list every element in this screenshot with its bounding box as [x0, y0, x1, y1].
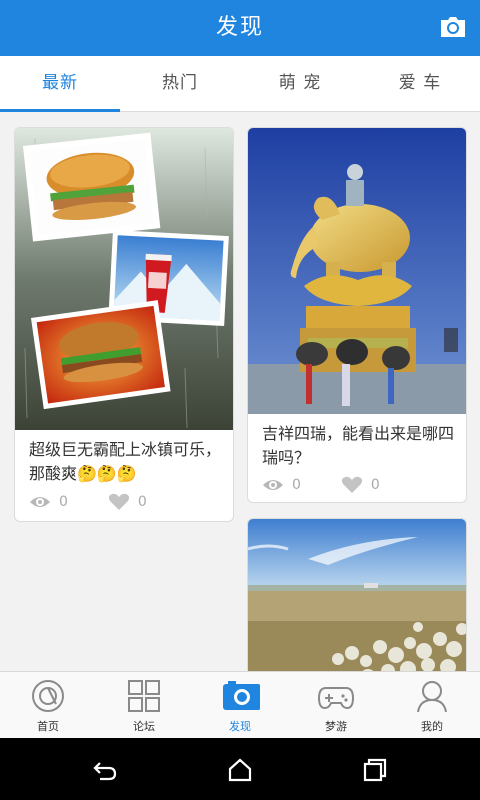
like-count: 0: [370, 477, 380, 493]
tab-pets[interactable]: 萌 宠: [240, 56, 360, 111]
home-icon[interactable]: [227, 757, 253, 783]
bottom-navigation: 首页 论坛 发现 梦游 我的: [0, 671, 480, 738]
app-screen: 发现 最新 热门 萌 宠 爱 车 超级巨无霸配上冰镇可乐，那酸爽🤔🤔🤔 0 0 …: [0, 0, 480, 800]
gamepad-icon: [318, 687, 354, 710]
view-count: 0: [59, 494, 68, 510]
nav-home-label: 首页: [37, 720, 59, 733]
post-card[interactable]: 超级巨无霸配上冰镇可乐，那酸爽🤔🤔🤔 0 0: [14, 127, 234, 522]
camera-icon[interactable]: [438, 12, 468, 42]
heart-icon[interactable]: [108, 493, 130, 511]
nav-discover-label: 发现: [229, 720, 251, 733]
back-icon[interactable]: [92, 757, 118, 783]
nav-dream-label: 梦游: [325, 720, 347, 733]
nav-discover[interactable]: 发现: [192, 672, 288, 738]
post-card[interactable]: [247, 518, 467, 671]
camera-icon: [223, 681, 260, 710]
post-image-burger[interactable]: [15, 128, 233, 430]
post-text[interactable]: 超级巨无霸配上冰镇可乐，那酸爽🤔🤔🤔: [29, 438, 223, 486]
post-image-elephant-statue[interactable]: [248, 128, 466, 414]
post-stats: 0 0: [29, 493, 187, 511]
nav-forum-label: 论坛: [133, 720, 155, 733]
post-image-grassland[interactable]: [248, 519, 466, 671]
post-card[interactable]: 吉祥四瑞，能看出来是哪四瑞吗？ 0 0: [247, 127, 467, 503]
nav-mine[interactable]: 我的: [384, 672, 480, 738]
like-count: 0: [137, 494, 147, 510]
home-icon: [32, 680, 64, 712]
page-title: 发现: [215, 15, 264, 40]
category-tabs: 最新 热门 萌 宠 爱 车: [0, 56, 480, 112]
nav-forum[interactable]: 论坛: [96, 672, 192, 738]
recents-icon[interactable]: [362, 757, 388, 783]
app-header: 发现: [0, 0, 480, 56]
person-icon: [417, 681, 447, 713]
grid-icon: [128, 680, 160, 712]
view-count: 0: [292, 477, 301, 493]
tab-cars[interactable]: 爱 车: [360, 56, 480, 111]
nav-home[interactable]: 首页: [0, 672, 96, 738]
post-stats: 0 0: [262, 476, 420, 494]
system-navigation-bar: [0, 738, 480, 800]
tab-latest[interactable]: 最新: [0, 56, 120, 112]
nav-mine-label: 我的: [421, 720, 443, 733]
post-text[interactable]: 吉祥四瑞，能看出来是哪四瑞吗？: [262, 422, 456, 470]
tab-hot[interactable]: 热门: [120, 56, 240, 111]
nav-dream[interactable]: 梦游: [288, 672, 384, 738]
post-feed[interactable]: 超级巨无霸配上冰镇可乐，那酸爽🤔🤔🤔 0 0 吉祥四瑞，能看出来是哪四瑞吗？ 0…: [0, 113, 480, 671]
heart-icon[interactable]: [341, 476, 363, 494]
eye-icon: [30, 497, 50, 507]
eye-icon: [263, 480, 283, 490]
